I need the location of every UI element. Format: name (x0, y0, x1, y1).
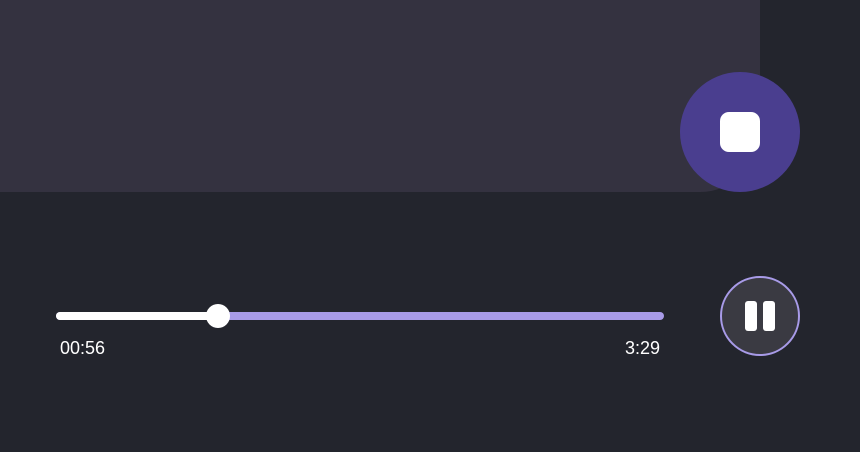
total-time: 3:29 (624, 338, 660, 358)
media-panel (0, 0, 760, 192)
pause-bar-right (763, 301, 775, 331)
pause-button[interactable] (720, 276, 800, 356)
pause-icon (745, 301, 775, 331)
pause-bar-left (745, 301, 757, 331)
stop-icon (720, 112, 760, 152)
seek-progress-fill (56, 312, 219, 320)
seek-thumb[interactable] (206, 304, 231, 328)
player-stage: 00:56 3:29 (0, 0, 860, 452)
seek-bar[interactable] (56, 304, 664, 328)
stop-button[interactable] (680, 72, 800, 192)
elapsed-time: 00:56 (60, 338, 106, 358)
